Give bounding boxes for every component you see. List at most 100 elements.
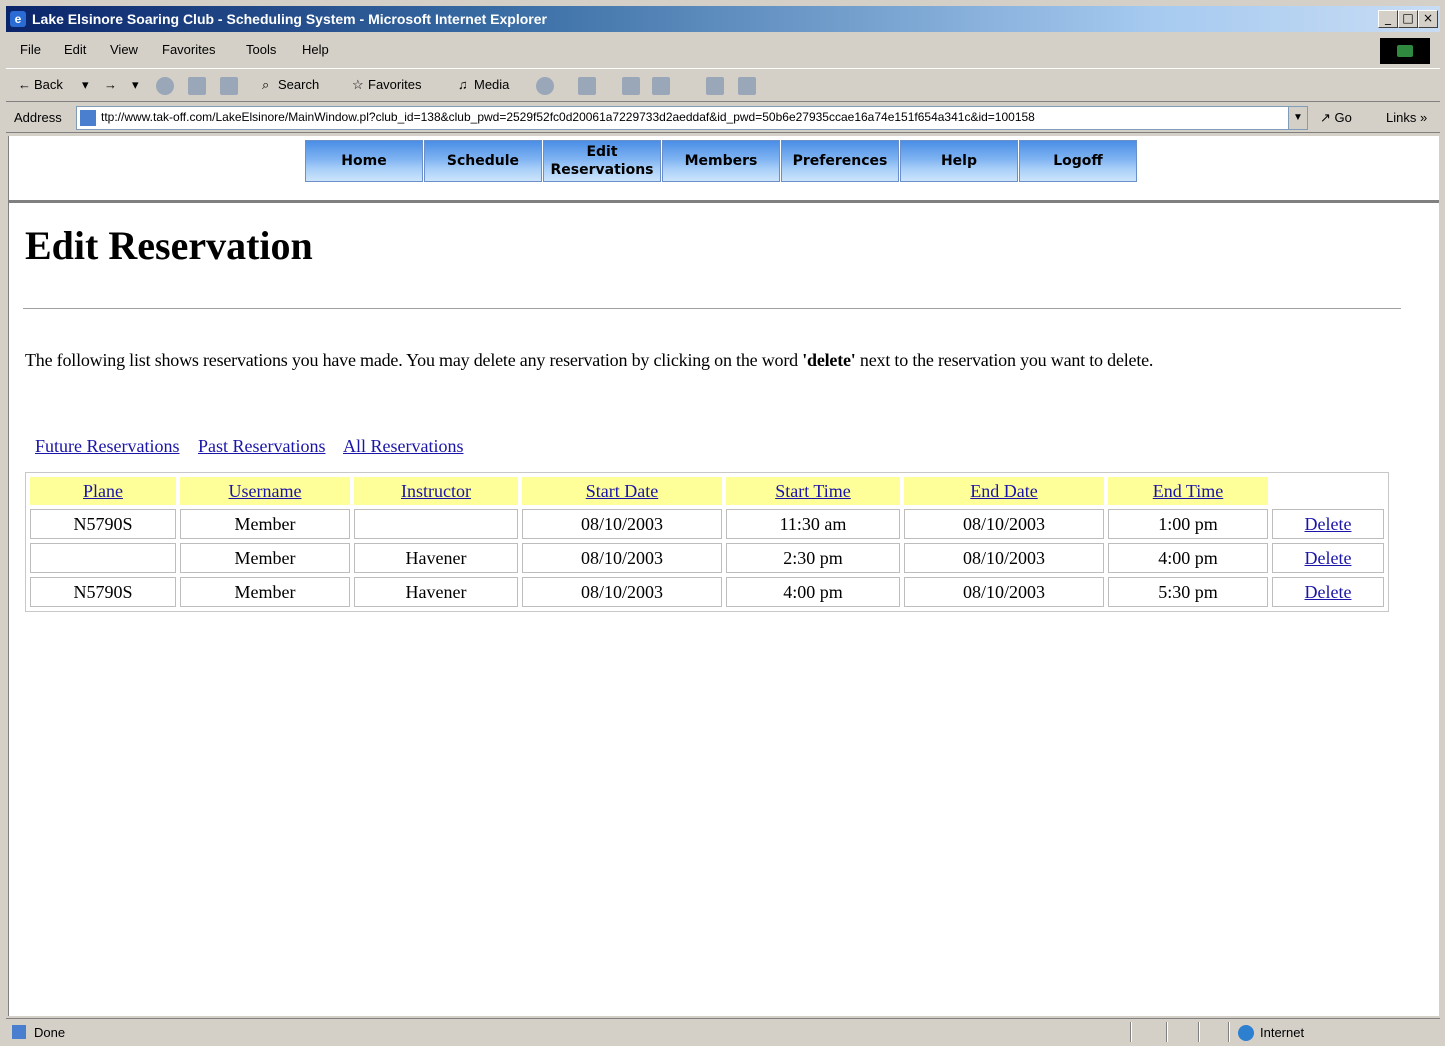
cell-plane: N5790S [30, 509, 176, 539]
sort-plane-link[interactable]: Plane [83, 481, 123, 501]
media-icon[interactable]: ♫ [458, 77, 468, 92]
cell-start-date: 08/10/2003 [522, 543, 722, 573]
sort-instructor-link[interactable]: Instructor [401, 481, 471, 501]
print-icon[interactable] [622, 77, 640, 95]
cell-end-time: 1:00 pm [1108, 509, 1268, 539]
cell-instructor: Havener [354, 577, 518, 607]
past-reservations-link[interactable]: Past Reservations [198, 436, 326, 456]
window-title: Lake Elsinore Soaring Club - Scheduling … [32, 11, 547, 27]
sort-end-time-link[interactable]: End Time [1153, 481, 1224, 501]
nav-members[interactable]: Members [662, 140, 780, 182]
close-button[interactable]: × [1418, 10, 1438, 28]
security-zone-label: Internet [1260, 1025, 1305, 1040]
nav-logoff[interactable]: Logoff [1019, 140, 1137, 182]
minimize-button[interactable]: _ [1378, 10, 1398, 28]
cell-end-date: 08/10/2003 [904, 509, 1104, 539]
cell-action: Delete [1272, 509, 1384, 539]
search-icon[interactable]: ⌕ [262, 77, 269, 93]
forward-dropdown-icon[interactable]: ▾ [132, 77, 139, 93]
cell-plane: N5790S [30, 577, 176, 607]
maximize-button[interactable]: □ [1398, 10, 1418, 28]
status-separator [1198, 1022, 1200, 1042]
back-arrow-icon[interactable]: ← [18, 77, 31, 92]
go-button[interactable]: ↗ Go [1320, 110, 1352, 126]
forward-arrow-icon[interactable]: → [104, 77, 117, 92]
menu-view[interactable]: View [110, 42, 138, 57]
table-header-row: Plane Username Instructor Start Date Sta… [30, 477, 1384, 505]
address-bar: Address ▼ ↗ Go Links » [6, 102, 1440, 133]
cell-plane [30, 543, 176, 573]
status-bar: Done Internet [6, 1018, 1440, 1045]
ie-icon: e [10, 11, 26, 27]
cell-instructor: Havener [354, 543, 518, 573]
cell-end-date: 08/10/2003 [904, 577, 1104, 607]
page-icon [80, 110, 96, 126]
delete-link[interactable]: Delete [1305, 548, 1352, 568]
sort-username-link[interactable]: Username [229, 481, 302, 501]
page-title: Edit Reservation [25, 223, 313, 268]
refresh-icon[interactable] [188, 77, 206, 95]
column-header-start-time: Start Time [726, 477, 900, 505]
address-dropdown-icon[interactable]: ▼ [1288, 107, 1307, 129]
address-label: Address [14, 110, 62, 125]
menu-tools[interactable]: Tools [246, 42, 276, 57]
column-header-username: Username [180, 477, 350, 505]
links-button[interactable]: Links » [1386, 110, 1427, 125]
history-icon[interactable] [536, 77, 554, 95]
intro-text-bold: 'delete' [802, 350, 856, 370]
column-header-end-date: End Date [904, 477, 1104, 505]
delete-link[interactable]: Delete [1305, 582, 1352, 602]
internet-zone-icon [1238, 1025, 1254, 1041]
sort-start-time-link[interactable]: Start Time [775, 481, 851, 501]
links-label: Links [1386, 110, 1417, 125]
address-box[interactable]: ▼ [76, 106, 1308, 130]
all-reservations-link[interactable]: All Reservations [343, 436, 463, 456]
intro-text: The following list shows reservations yo… [25, 350, 1153, 371]
edit-page-icon[interactable] [652, 77, 670, 95]
nav-schedule[interactable]: Schedule [424, 140, 542, 182]
cell-end-date: 08/10/2003 [904, 543, 1104, 573]
column-header-start-date: Start Date [522, 477, 722, 505]
discuss-icon[interactable] [706, 77, 724, 95]
favorites-icon[interactable]: ☆ [352, 77, 364, 93]
menu-edit[interactable]: Edit [64, 42, 86, 57]
page-done-icon [12, 1025, 26, 1039]
table-row: Member Havener 08/10/2003 2:30 pm 08/10/… [30, 543, 1384, 573]
menu-help[interactable]: Help [302, 42, 329, 57]
page-content: Home Schedule Edit Reservations Members … [8, 136, 1439, 1016]
status-separator [1130, 1022, 1132, 1042]
mail-icon[interactable] [578, 77, 596, 95]
delete-link[interactable]: Delete [1305, 514, 1352, 534]
favorites-button[interactable]: Favorites [368, 77, 421, 92]
menu-file[interactable]: File [20, 42, 41, 57]
nav-preferences[interactable]: Preferences [781, 140, 899, 182]
stop-icon[interactable] [156, 77, 174, 95]
toolbar: ← Back ▾ → ▾ ⌕ Search ☆ Favorites ♫ Medi… [6, 68, 1440, 102]
search-button[interactable]: Search [278, 77, 319, 92]
messenger-icon[interactable] [738, 77, 756, 95]
address-input[interactable] [101, 109, 1281, 125]
nav-edit-reservations[interactable]: Edit Reservations [543, 140, 661, 182]
cell-end-time: 4:00 pm [1108, 543, 1268, 573]
cell-end-time: 5:30 pm [1108, 577, 1268, 607]
status-text: Done [34, 1025, 66, 1040]
future-reservations-link[interactable]: Future Reservations [35, 436, 179, 456]
sort-start-date-link[interactable]: Start Date [586, 481, 658, 501]
divider [9, 200, 1439, 203]
column-header-plane: Plane [30, 477, 176, 505]
nav-home[interactable]: Home [305, 140, 423, 182]
go-label: Go [1334, 110, 1352, 125]
media-button[interactable]: Media [474, 77, 509, 92]
intro-text-end: next to the reservation you want to dele… [855, 350, 1154, 370]
back-button[interactable]: Back [34, 77, 63, 92]
cell-start-time: 4:00 pm [726, 577, 900, 607]
back-dropdown-icon[interactable]: ▾ [82, 77, 89, 93]
menu-favorites[interactable]: Favorites [162, 42, 215, 57]
cell-start-date: 08/10/2003 [522, 509, 722, 539]
cell-start-date: 08/10/2003 [522, 577, 722, 607]
nav-help[interactable]: Help [900, 140, 1018, 182]
reservation-filters: Future Reservations Past Reservations Al… [35, 436, 477, 457]
home-icon[interactable] [220, 77, 238, 95]
cell-start-time: 11:30 am [726, 509, 900, 539]
sort-end-date-link[interactable]: End Date [970, 481, 1037, 501]
